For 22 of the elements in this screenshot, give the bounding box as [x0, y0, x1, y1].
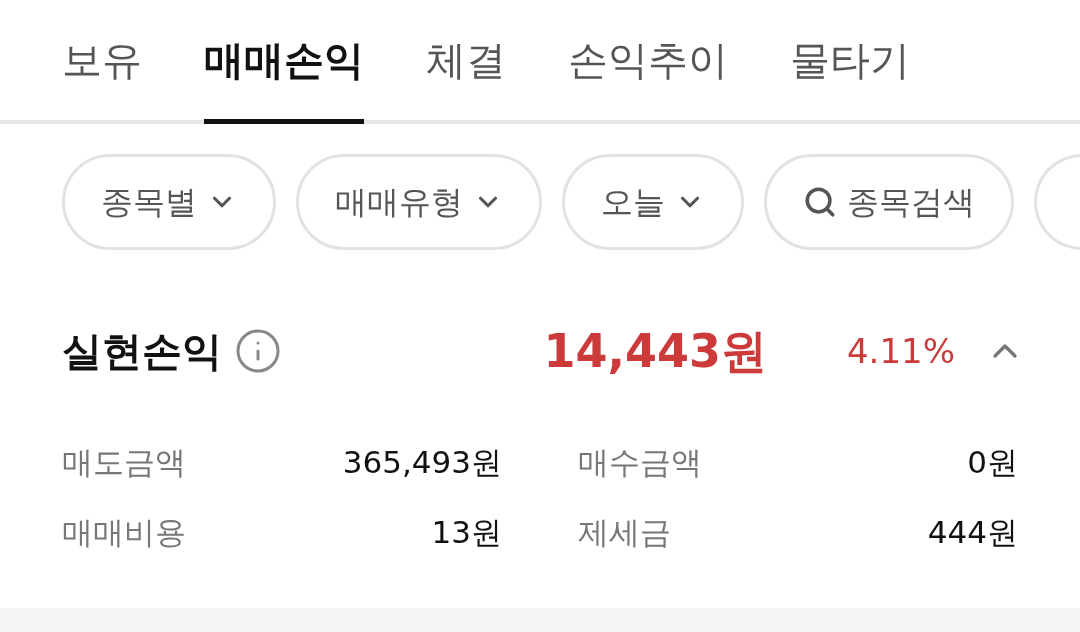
- profit-rate: 4.11%: [847, 329, 955, 373]
- filter-chip[interactable]: 매매유형: [296, 154, 542, 250]
- detail-value: 365,493원: [342, 442, 502, 482]
- filter-chip[interactable]: 오늘: [562, 154, 744, 250]
- search-icon: [803, 185, 837, 219]
- detail-label: 매매비용: [62, 512, 186, 552]
- tab[interactable]: 체결: [426, 0, 506, 124]
- realized-profit-title: 실현손익: [62, 327, 222, 376]
- filter-chip[interactable]: 종목별: [62, 154, 276, 250]
- tab[interactable]: 물타기: [790, 0, 910, 124]
- tab[interactable]: 매매손익: [204, 0, 364, 124]
- tab[interactable]: 손익추이: [568, 0, 728, 124]
- info-icon[interactable]: [234, 327, 282, 375]
- detail-label: 매도금액: [62, 442, 186, 482]
- tab[interactable]: 보유: [62, 0, 142, 124]
- detail-value: 444원: [927, 512, 1018, 552]
- profit-amount: 14,443원: [543, 322, 767, 380]
- detail-value: 0원: [967, 442, 1018, 482]
- detail-label: 제세금: [578, 512, 671, 552]
- search-chip[interactable]: 종목검색: [764, 154, 1014, 250]
- detail-label: 매수금액: [578, 442, 702, 482]
- detail-value: 13원: [431, 512, 502, 552]
